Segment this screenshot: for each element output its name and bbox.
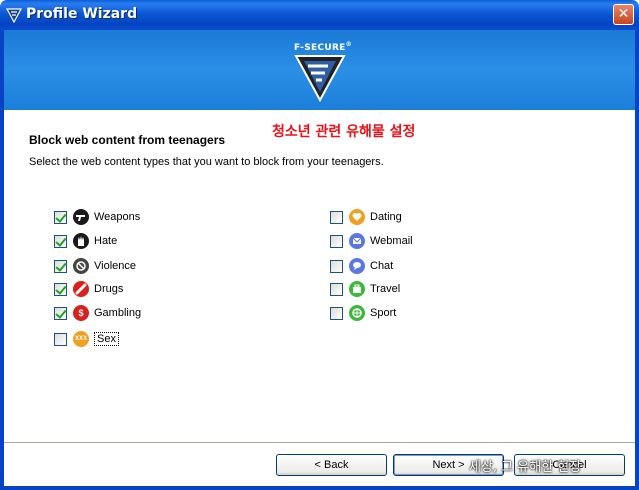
- category-travel[interactable]: Travel: [330, 281, 400, 297]
- gambling-icon: $: [73, 305, 89, 321]
- f-secure-app-icon: [6, 8, 22, 23]
- dating-checkbox[interactable]: [330, 210, 343, 224]
- travel-label: Travel: [370, 283, 401, 295]
- drugs-checkbox[interactable]: [54, 282, 67, 296]
- category-sex[interactable]: XXX Sex: [54, 331, 119, 347]
- footer-separator: [4, 442, 635, 444]
- korean-overlay-caption: 세상, 그 유해한 현장: [469, 460, 582, 475]
- webmail-label: Webmail: [370, 235, 413, 247]
- category-gambling[interactable]: $ Gambling: [54, 305, 141, 321]
- travel-checkbox[interactable]: [330, 282, 343, 296]
- drugs-icon: [73, 281, 89, 297]
- window-frame-right: [635, 30, 639, 490]
- dating-icon: [349, 209, 365, 225]
- dating-label: Dating: [370, 211, 402, 223]
- korean-annotation: 청소년 관련 유해물 설정: [272, 124, 416, 140]
- back-button[interactable]: < Back: [276, 454, 387, 476]
- sex-icon: XXX: [73, 331, 89, 347]
- violence-checkbox[interactable]: [54, 259, 67, 273]
- category-chat[interactable]: Chat: [330, 258, 393, 274]
- chat-checkbox[interactable]: [330, 259, 343, 273]
- hate-icon: [73, 233, 89, 249]
- gambling-label: Gambling: [94, 307, 142, 319]
- sport-icon: [349, 305, 365, 321]
- close-button[interactable]: ✕: [613, 4, 634, 25]
- category-dating[interactable]: Dating: [330, 209, 402, 225]
- category-sport[interactable]: Sport: [330, 305, 396, 321]
- sex-checkbox[interactable]: [54, 332, 67, 346]
- hate-checkbox[interactable]: [54, 234, 67, 248]
- f-secure-logo-icon: [294, 55, 346, 103]
- chat-label: Chat: [370, 260, 394, 272]
- category-weapons[interactable]: Weapons: [54, 209, 140, 225]
- close-icon: ✕: [617, 6, 630, 22]
- header-banner: F-SECURE®: [4, 30, 635, 110]
- category-drugs[interactable]: Drugs: [54, 281, 123, 297]
- weapons-checkbox[interactable]: [54, 210, 67, 224]
- title-bar[interactable]: Profile Wizard ✕: [0, 0, 639, 30]
- violence-label: Violence: [94, 260, 136, 272]
- webmail-icon: [349, 233, 365, 249]
- weapons-label: Weapons: [94, 211, 141, 223]
- hate-label: Hate: [94, 235, 118, 247]
- violence-icon: [73, 258, 89, 274]
- weapons-icon: [73, 209, 89, 225]
- category-violence[interactable]: Violence: [54, 258, 136, 274]
- page-subtext: Select the web content types that you wa…: [29, 156, 384, 168]
- category-webmail[interactable]: Webmail: [330, 233, 413, 249]
- travel-icon: [349, 281, 365, 297]
- page-heading: Block web content from teenagers: [29, 133, 226, 147]
- chat-icon: [349, 258, 365, 274]
- sport-checkbox[interactable]: [330, 306, 343, 320]
- gambling-checkbox[interactable]: [54, 306, 67, 320]
- sport-label: Sport: [370, 307, 397, 319]
- category-hate[interactable]: Hate: [54, 233, 117, 249]
- webmail-checkbox[interactable]: [330, 234, 343, 248]
- drugs-label: Drugs: [94, 283, 124, 295]
- window-frame-bottom: [0, 486, 639, 490]
- window-title: Profile Wizard: [26, 6, 138, 22]
- sex-label: Sex: [94, 332, 119, 346]
